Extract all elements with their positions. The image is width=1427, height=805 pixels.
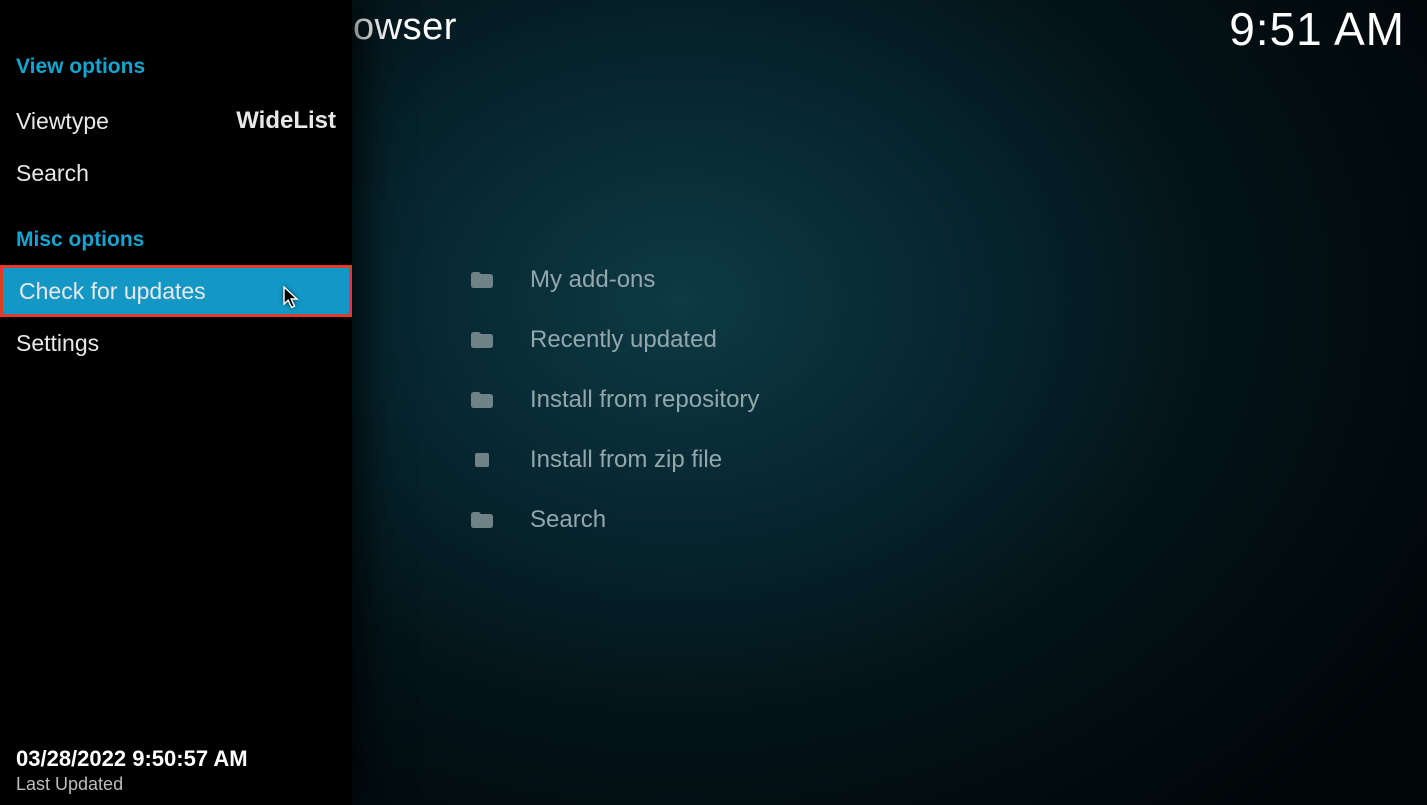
addon-browser-list: My add-ons Recently updated Install from…: [468, 250, 1387, 550]
list-item-my-addons[interactable]: My add-ons: [468, 250, 1387, 310]
list-item-recently-updated[interactable]: Recently updated: [468, 310, 1387, 370]
misc-options-header: Misc options: [0, 229, 352, 250]
cursor-icon: [282, 286, 300, 310]
folder-icon: [468, 392, 496, 408]
options-panel: View options Viewtype WideList Search Mi…: [0, 0, 352, 805]
last-updated-caption: Last Updated: [16, 773, 248, 796]
folder-icon: [468, 332, 496, 348]
check-for-updates-label: Check for updates: [19, 278, 206, 305]
list-item-label: Search: [530, 506, 606, 534]
zip-icon: [468, 453, 496, 467]
viewtype-row[interactable]: Viewtype WideList: [0, 95, 352, 147]
list-item-install-from-zip[interactable]: Install from zip file: [468, 430, 1387, 490]
list-item-label: Recently updated: [530, 326, 717, 354]
page-title: owser: [353, 6, 457, 49]
panel-settings-label: Settings: [16, 330, 99, 357]
viewtype-value: WideList: [236, 107, 336, 135]
panel-settings-row[interactable]: Settings: [0, 317, 352, 369]
folder-icon: [468, 512, 496, 528]
list-item-label: Install from repository: [530, 386, 759, 414]
clock: 9:51 AM: [1229, 2, 1405, 56]
panel-footer: 03/28/2022 9:50:57 AM Last Updated: [16, 745, 248, 795]
viewtype-label: Viewtype: [16, 108, 109, 135]
panel-search-label: Search: [16, 160, 89, 187]
list-item-install-from-repository[interactable]: Install from repository: [468, 370, 1387, 430]
list-item-label: My add-ons: [530, 266, 655, 294]
view-options-header: View options: [0, 56, 352, 77]
folder-icon: [468, 272, 496, 288]
list-item-label: Install from zip file: [530, 446, 722, 474]
last-updated-timestamp: 03/28/2022 9:50:57 AM: [16, 745, 248, 773]
check-for-updates-row[interactable]: Check for updates: [0, 265, 352, 317]
panel-search-row[interactable]: Search: [0, 147, 352, 199]
list-item-search[interactable]: Search: [468, 490, 1387, 550]
